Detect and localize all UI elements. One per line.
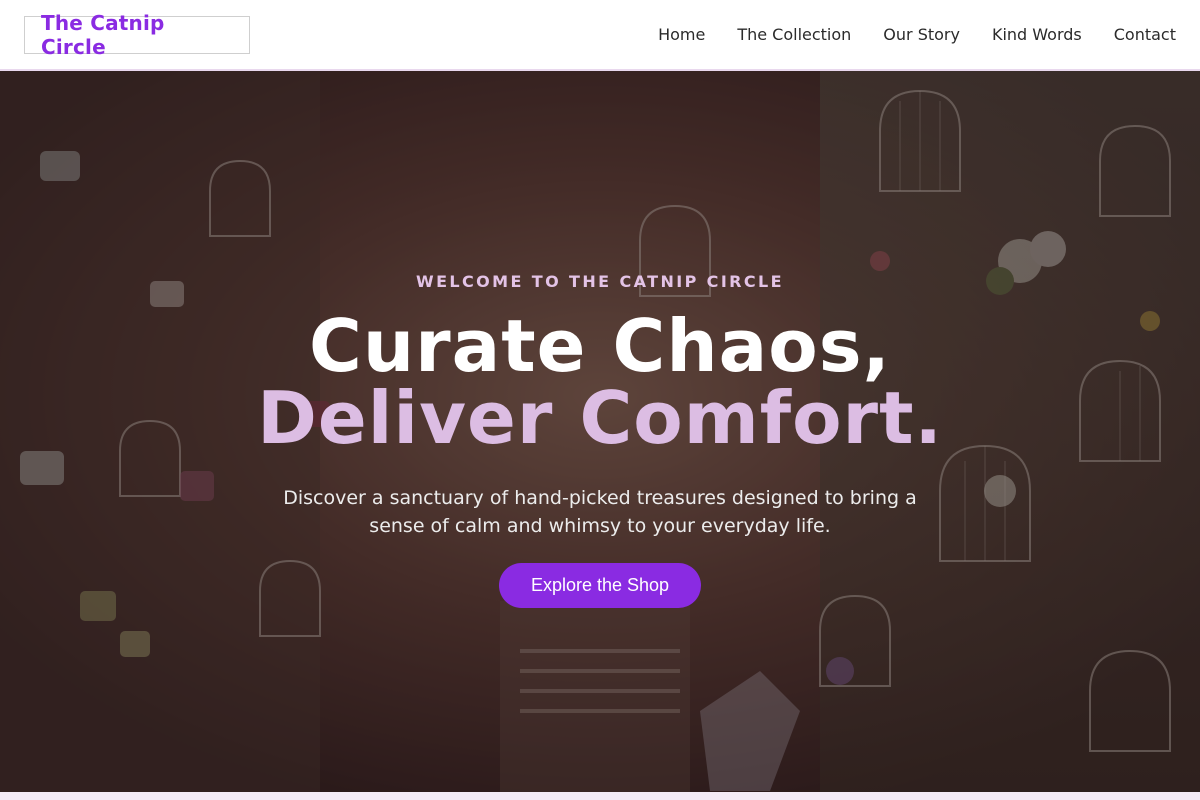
hero-headline: Curate Chaos, Deliver Comfort. <box>257 310 943 454</box>
explore-shop-button[interactable]: Explore the Shop <box>498 563 702 608</box>
site-header: The Catnip Circle Home The Collection Ou… <box>0 0 1200 71</box>
brand-logo[interactable]: The Catnip Circle <box>24 11 250 59</box>
headline-line-2: Deliver Comfort. <box>257 376 943 460</box>
headline-line-1: Curate Chaos, <box>309 304 891 388</box>
hero-description: Discover a sanctuary of hand-picked trea… <box>283 487 917 537</box>
nav-link-collection[interactable]: The Collection <box>737 25 851 44</box>
page-bottom-edge <box>0 792 1200 800</box>
main-nav: Home The Collection Our Story Kind Words… <box>626 25 1176 44</box>
hero-content: WELCOME TO THE CATNIP CIRCLE Curate Chao… <box>0 71 1200 792</box>
nav-link-our-story[interactable]: Our Story <box>883 25 960 44</box>
hero-section: WELCOME TO THE CATNIP CIRCLE Curate Chao… <box>0 71 1200 792</box>
hero-eyebrow: WELCOME TO THE CATNIP CIRCLE <box>416 272 784 291</box>
nav-link-kind-words[interactable]: Kind Words <box>992 25 1082 44</box>
nav-link-contact[interactable]: Contact <box>1114 25 1176 44</box>
nav-link-home[interactable]: Home <box>658 25 705 44</box>
